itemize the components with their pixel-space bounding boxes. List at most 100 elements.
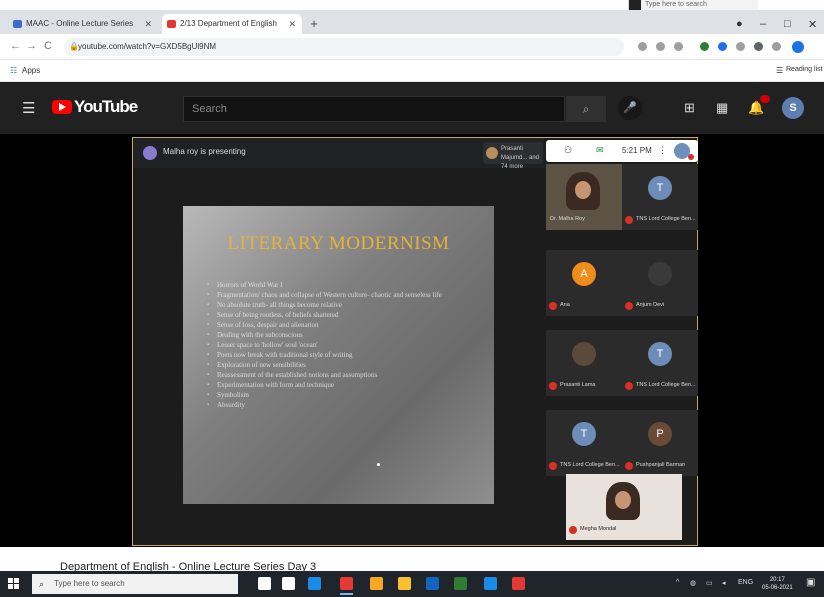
participant-avatar: T — [648, 176, 672, 200]
new-tab-button[interactable]: + — [306, 16, 322, 32]
extension-icon[interactable] — [638, 42, 647, 51]
slide-bullet-list: Horrors of World War I Fragmentation/ ch… — [207, 280, 487, 410]
participant-tile: A Ana — [546, 250, 622, 316]
muted-mic-icon — [625, 302, 633, 310]
taskbar-app-icon[interactable] — [398, 577, 411, 590]
windows-taskbar: ⌕ Type here to search ^ ◍ ▭ ◂ ENG 20:17 … — [0, 571, 824, 597]
apps-grid-icon[interactable]: ▦ — [716, 100, 728, 116]
extension-icon[interactable] — [700, 42, 709, 51]
word-icon[interactable] — [426, 577, 439, 590]
participant-name: Prasanti Lama — [560, 382, 596, 388]
tray-battery-icon[interactable]: ▭ — [706, 579, 713, 587]
muted-mic-icon — [549, 382, 557, 390]
participant-tile: P Pushpanjali Barman — [622, 410, 698, 476]
tray-chevron-icon[interactable]: ^ — [676, 579, 679, 586]
presenter-label: Malha roy is presenting — [163, 147, 246, 156]
url-bar[interactable]: 🔒 youtube.com/watch?v=GXD5BgUl9NM — [64, 38, 624, 56]
profile-dot-icon[interactable]: ● — [736, 18, 743, 30]
participant-tile: Prasanti Lama — [546, 330, 622, 396]
cursor-dot — [377, 463, 380, 466]
slide-bullet: Sense of loss, despair and alienation — [207, 320, 487, 330]
profile-avatar-icon[interactable] — [792, 41, 804, 53]
voice-search-mic-icon[interactable]: 🎤 — [618, 96, 642, 120]
hamburger-menu-icon[interactable]: ☰ — [22, 99, 35, 117]
participant-name: TNS Lord College Ben... — [636, 216, 696, 222]
extension-icon[interactable] — [736, 42, 745, 51]
muted-mic-icon — [549, 302, 557, 310]
extension-icon[interactable] — [754, 42, 763, 51]
youtube-logo-icon[interactable] — [52, 100, 72, 114]
close-window-button[interactable]: ✕ — [808, 18, 817, 31]
slide-bullet: Experimentation with form and technique — [207, 380, 487, 390]
participant-avatar — [648, 262, 672, 286]
slide-bullet: Lesser space to 'hollow' soul 'ocean' — [207, 340, 487, 350]
tab-maac-lecture[interactable]: MAAC - Online Lecture Series ✕ — [8, 14, 158, 34]
search-icon: ⌕ — [39, 579, 45, 589]
search-popup-text: Type here to search — [645, 1, 707, 8]
reload-button[interactable]: C — [44, 40, 52, 52]
apps-bookmark[interactable]: Apps — [22, 66, 40, 75]
windows-search-popup[interactable]: Type here to search — [628, 0, 758, 10]
extension-icon[interactable] — [656, 42, 665, 51]
tray-volume-icon[interactable]: ◂ — [722, 579, 726, 587]
participant-avatar — [572, 342, 596, 366]
extension-icon[interactable] — [718, 42, 727, 51]
taskbar-clock[interactable]: 20:17 05-06-2021 — [762, 576, 793, 592]
participant-avatar: T — [572, 422, 596, 446]
pinned-participant-chip: Prasanti Majumd... and 74 more — [483, 142, 543, 170]
task-view-icon[interactable] — [282, 577, 295, 590]
taskbar-search-input[interactable]: ⌕ Type here to search — [32, 574, 238, 594]
create-video-icon[interactable]: ⊞ — [684, 100, 695, 116]
slide-title: LITERARY MODERNISM — [227, 233, 450, 254]
presenter-avatar — [143, 146, 157, 160]
tab-close-icon[interactable]: ✕ — [288, 14, 296, 34]
minimize-button[interactable]: – — [760, 18, 766, 30]
bookmarks-bar: ☷ Apps ☰ Reading list — [0, 60, 824, 82]
youtube-search-input[interactable]: Search — [183, 96, 565, 122]
windows-start-icon[interactable] — [8, 578, 20, 590]
notifications-icon[interactable]: ▣ — [806, 577, 815, 588]
notification-count-badge — [760, 95, 770, 103]
excel-icon[interactable] — [454, 577, 467, 590]
participant-tile: T TNS Lord College Ben... — [622, 330, 698, 396]
forward-button[interactable]: → — [26, 40, 37, 52]
youtube-logo-text[interactable]: YouTube — [74, 97, 138, 117]
tab-close-icon[interactable]: ✕ — [144, 14, 152, 34]
tab-favicon-icon — [13, 20, 22, 28]
tab-department-english[interactable]: 2/13 Department of English ✕ — [162, 14, 302, 34]
participant-video — [606, 482, 640, 520]
tab-label: MAAC - Online Lecture Series — [26, 19, 134, 28]
participant-name: Dr. Malha Roy — [550, 216, 585, 222]
back-button[interactable]: ← — [10, 40, 21, 52]
participant-tile: T TNS Lord College Ben... — [546, 410, 622, 476]
slide-bullet: Reassessment of the established notions … — [207, 370, 487, 380]
slide-bullet: Dealing with the subconscious — [207, 330, 487, 340]
taskbar-app-icon[interactable] — [512, 577, 525, 590]
slide-bullet: Exploration of new sensibilities — [207, 360, 487, 370]
language-indicator[interactable]: ENG — [738, 579, 753, 586]
edge-icon[interactable] — [308, 577, 321, 590]
slide-bullet: Horrors of World War I — [207, 280, 487, 290]
maximize-button[interactable]: □ — [784, 18, 791, 30]
bookmark-star-icon[interactable] — [674, 42, 683, 51]
slide-bullet: Absurdity — [207, 400, 487, 410]
participant-video — [566, 172, 600, 210]
tab-label: 2/13 Department of English — [180, 19, 277, 28]
apps-grid-icon[interactable]: ☷ — [10, 66, 17, 75]
chrome-icon[interactable] — [340, 577, 353, 595]
participant-tile: Dr. Malha Roy — [546, 164, 622, 230]
extension-icon[interactable] — [772, 42, 781, 51]
clock-time: 20:17 — [769, 577, 785, 583]
tray-network-icon[interactable]: ◍ — [690, 579, 696, 587]
video-title[interactable]: Department of English - Online Lecture S… — [60, 561, 316, 571]
reading-list-icon[interactable]: ☰ — [776, 66, 783, 75]
youtube-account-avatar[interactable]: S — [782, 97, 804, 119]
participant-tile: T TNS Lord College Ben... — [622, 164, 698, 230]
participant-avatar — [486, 147, 498, 159]
reading-list-label[interactable]: Reading list — [786, 66, 823, 73]
youtube-search-button[interactable]: ⌕ — [566, 96, 606, 122]
cortana-icon[interactable] — [258, 577, 271, 590]
file-explorer-icon[interactable] — [370, 577, 383, 590]
meeting-clock: 5:21 PM — [622, 146, 652, 155]
taskbar-app-icon[interactable] — [484, 577, 497, 590]
